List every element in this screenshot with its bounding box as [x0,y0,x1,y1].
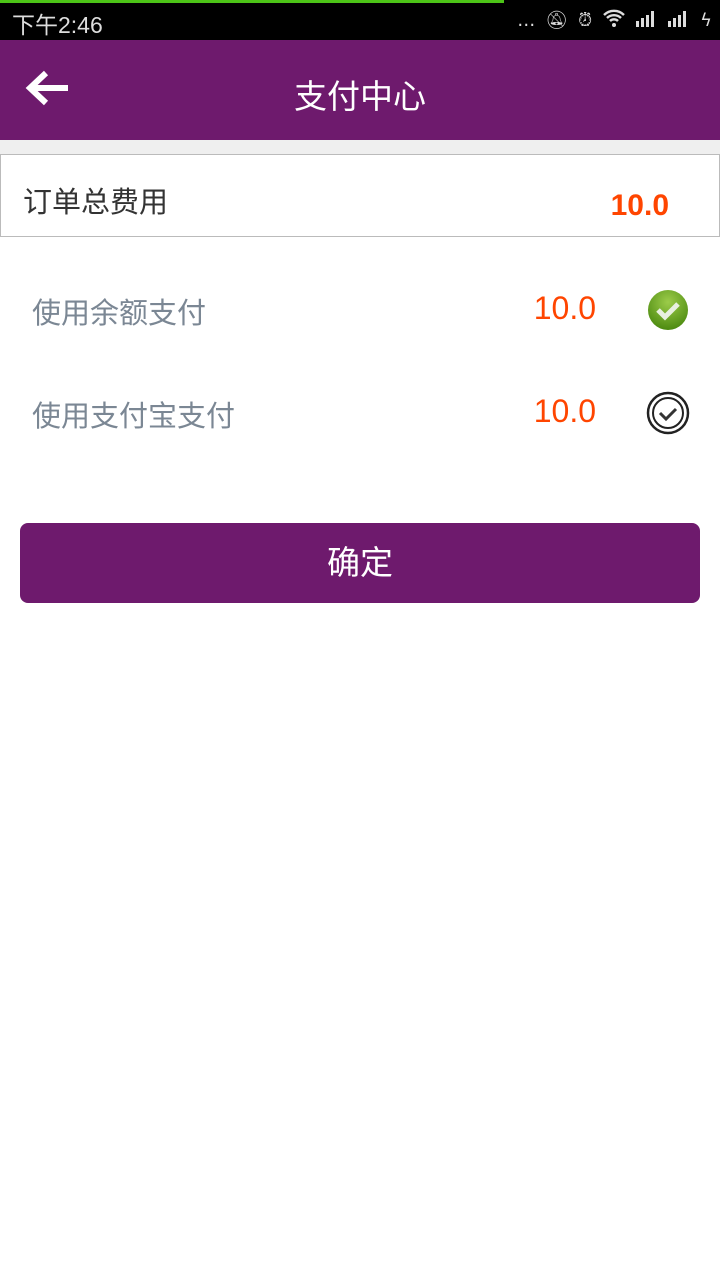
unchecked-icon[interactable] [646,391,690,435]
payment-option-balance[interactable]: 使用余额支付 10.0 [0,270,720,350]
status-bar: 下午2:46 … 🔕︎ ⏰︎ ϟ [0,0,720,40]
payment-option-amount: 10.0 [533,290,596,326]
checked-icon[interactable] [646,288,690,332]
payment-option-label: 使用支付宝支付 [32,399,236,433]
payment-option-alipay[interactable]: 使用支付宝支付 10.0 [0,373,720,453]
divider [0,140,720,154]
page-title: 支付中心 [294,77,426,116]
order-total-value: 10.0 [610,189,669,222]
signal-icon [636,9,658,32]
status-time: 下午2:46 [12,12,103,38]
payment-option-amount: 10.0 [533,393,596,429]
signal-icon [668,9,690,32]
payment-option-label: 使用余额支付 [32,296,207,330]
order-total: 订单总费用 10.0 [0,154,720,237]
alarm-clock-icon: ⏰︎ [578,10,593,31]
charging-icon: ϟ [700,10,712,31]
app-bar: 支付中心 [0,40,720,140]
alarm-off-icon: 🔕︎ [545,10,569,31]
loading-progress-bar [0,0,504,3]
wifi-icon [602,8,626,33]
more-dots-icon: … [517,10,536,31]
order-total-label: 订单总费用 [23,185,169,219]
confirm-button[interactable]: 确定 [20,523,700,603]
